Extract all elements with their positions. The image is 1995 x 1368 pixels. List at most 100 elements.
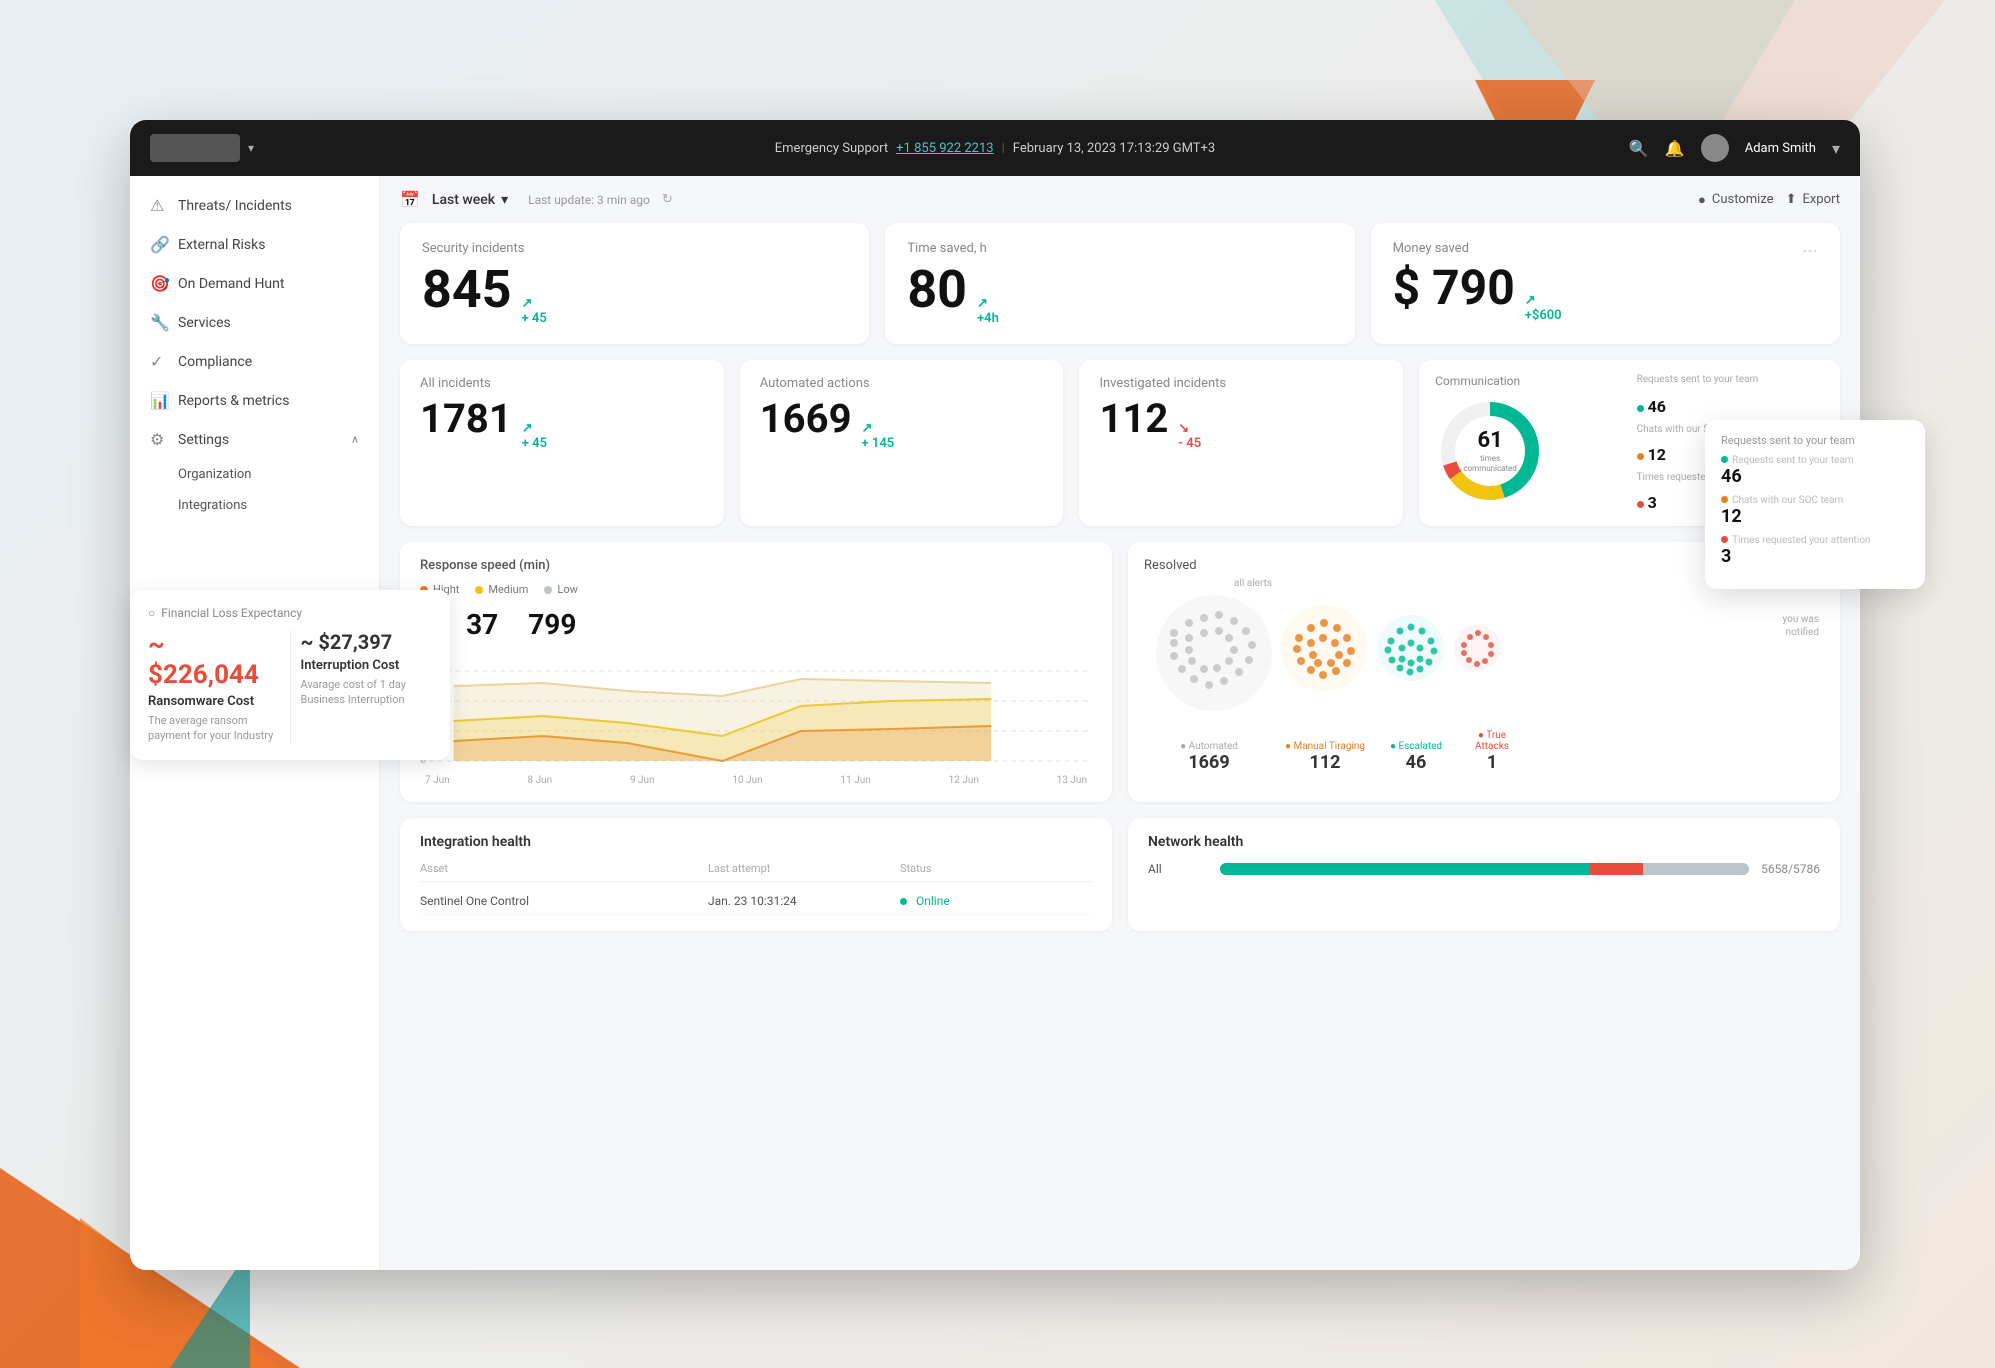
ransomware-label: Ransomware Cost	[148, 694, 280, 709]
date-filter-chevron-icon: ▾	[501, 192, 508, 208]
speed-medium-value: 37	[466, 608, 498, 641]
kpi-all-change: ↗ + 45	[522, 421, 547, 451]
financial-icon: ○	[148, 606, 155, 620]
sidebar-item-external[interactable]: 🔗 External Risks	[130, 225, 379, 264]
popup-attention-label: Times requested your attention	[1721, 535, 1909, 546]
search-icon[interactable]: 🔍	[1629, 139, 1649, 158]
bottom-row: Response speed (min) Hight Medium Low	[400, 542, 1840, 802]
avatar	[1701, 134, 1729, 162]
legend-low-label: Low	[557, 583, 577, 596]
export-label: Export	[1802, 192, 1840, 207]
kpi-time-arrow-icon: ↗	[977, 296, 988, 311]
sidebar-sub-organization[interactable]: Organization	[130, 459, 379, 490]
kpi-security-label: Security incidents	[422, 241, 847, 256]
sidebar-item-reports[interactable]: 📊 Reports & metrics	[130, 381, 379, 420]
kpi-security-value-row: 845 ↗ + 45	[422, 264, 847, 326]
popup-dot-orange	[1721, 496, 1728, 503]
emergency-phone[interactable]: +1 855 922 2213	[896, 141, 993, 156]
financial-panel-title: ○ Financial Loss Expectancy	[148, 606, 432, 620]
bubble-auto-label: ● Automated	[1144, 741, 1274, 752]
reports-icon: 📊	[150, 391, 168, 410]
kpi-money-saved: Money saved ⋯ $ 790 ↗ +$600	[1371, 223, 1840, 344]
comm-title: Communication	[1435, 374, 1622, 388]
sidebar-label-hunt: On Demand Hunt	[178, 276, 359, 292]
notifications-icon[interactable]: 🔔	[1665, 139, 1685, 158]
kpi-row-1: Security incidents 845 ↗ + 45 Time saved…	[400, 223, 1840, 344]
table-row: Sentinel One Control Jan. 23 10:31:24 On…	[420, 888, 1092, 915]
dash-header-actions: ● Customize ⬆ Export	[1698, 192, 1840, 208]
sidebar-item-services[interactable]: 🔧 Services	[130, 303, 379, 342]
bubble-labels-row: ● Automated 1669 ● Manual Tiraging 112 ●…	[1144, 730, 1824, 773]
line-chart-svg: 200 100 0	[420, 651, 1092, 771]
sidebar-item-compliance[interactable]: ✓ Compliance	[130, 342, 379, 381]
customize-button[interactable]: ● Customize	[1698, 192, 1774, 208]
logo-chevron-icon[interactable]: ▾	[248, 141, 254, 155]
network-health-card: Network health All 5658/5786	[1128, 818, 1840, 931]
comm-stat-requests: 46	[1637, 397, 1824, 416]
refresh-icon[interactable]: ↻	[662, 192, 673, 207]
user-menu-chevron-icon[interactable]: ▾	[1832, 139, 1840, 158]
row-status: Online	[900, 894, 1092, 908]
bubble-manual-value: 112	[1280, 752, 1370, 773]
response-speed-card: Response speed (min) Hight Medium Low	[400, 542, 1112, 802]
kpi-investigated-value-row: 112 ↘ - 45	[1099, 399, 1383, 451]
more-options-icon[interactable]: ⋯	[1802, 241, 1818, 260]
hunt-icon: 🎯	[150, 274, 168, 293]
top-bar-center: Emergency Support +1 855 922 2213 | Febr…	[775, 141, 1215, 156]
kpi-investigated-arrow-icon: ↘	[1178, 421, 1189, 436]
kpi-automated-change: ↗ + 145	[862, 421, 895, 451]
bubble-manual-info: ● Manual Tiraging 112	[1280, 741, 1370, 773]
dot-teal	[1637, 405, 1644, 412]
donut-center: 61 times communicated	[1463, 428, 1518, 474]
kpi-security-arrow-icon: ↗	[522, 296, 533, 311]
customize-icon: ●	[1698, 192, 1706, 208]
kpi-all-label: All incidents	[420, 376, 704, 391]
kpi-security-incidents: Security incidents 845 ↗ + 45	[400, 223, 869, 344]
threats-icon: ⚠	[150, 196, 168, 215]
kpi-all-value-row: 1781 ↗ + 45	[420, 399, 704, 451]
financial-interruption: ~ $27,397 Interruption Cost Avarage cost…	[301, 630, 433, 744]
sidebar-item-hunt[interactable]: 🎯 On Demand Hunt	[130, 264, 379, 303]
response-title: Response speed (min)	[420, 558, 1092, 573]
username-label: Adam Smith	[1745, 141, 1816, 156]
bubble-attacks-info: ● True Attacks 1	[1462, 730, 1522, 773]
legend-low-dot	[544, 586, 552, 594]
kpi-time-label: Time saved, h	[907, 241, 1332, 256]
external-icon: 🔗	[150, 235, 168, 254]
bubble-manual	[1279, 603, 1369, 697]
kpi-automated-value-row: 1669 ↗ + 145	[760, 399, 1044, 451]
app-logo[interactable]	[150, 134, 240, 162]
dot-orange	[1637, 453, 1644, 460]
sidebar-sub-integrations[interactable]: Integrations	[130, 490, 379, 521]
chart-label-6: 13 Jun	[1057, 775, 1087, 786]
kpi-automated-label: Automated actions	[760, 376, 1044, 391]
bubble-escalated-value: 46	[1376, 752, 1456, 773]
bubble-attacks-value: 1	[1462, 752, 1522, 773]
integration-title: Integration health	[420, 834, 1092, 850]
donut-subtitle: times communicated	[1463, 455, 1518, 474]
kpi-security-change: ↗ + 45	[522, 296, 547, 326]
bubble-attacks-svg	[1452, 623, 1502, 673]
kpi-automated-actions: Automated actions 1669 ↗ + 145	[740, 360, 1064, 526]
customize-label: Customize	[1712, 192, 1774, 207]
date-filter-button[interactable]: Last week ▾	[432, 192, 508, 208]
sidebar-item-settings[interactable]: ⚙ Settings ∧	[130, 420, 379, 459]
table-header: Asset Last attempt Status	[420, 862, 1092, 882]
sidebar-item-threats[interactable]: ⚠ Threats/ Incidents	[130, 186, 379, 225]
legend-medium-dot	[475, 586, 483, 594]
speed-values: 8 37 799	[420, 608, 1092, 641]
kpi-automated-change-value: + 145	[862, 436, 895, 451]
kpi-all-arrow-icon: ↗	[522, 421, 533, 436]
financial-divider	[290, 630, 291, 744]
datetime-label: February 13, 2023 17:13:29 GMT+3	[1013, 141, 1215, 156]
interruption-label: Interruption Cost	[301, 658, 433, 673]
ransomware-desc: The average ransom payment for your Indu…	[148, 713, 280, 744]
kpi-time-value-row: 80 ↗ +4h	[907, 264, 1332, 326]
legend-medium: Medium	[475, 583, 528, 596]
export-button[interactable]: ⬆ Export	[1786, 192, 1840, 207]
popup-chats-value: 12	[1721, 506, 1909, 527]
donut-container: 61 times communicated	[1435, 396, 1545, 506]
comm-chats-value: 12	[1648, 445, 1666, 464]
top-bar-right: 🔍 🔔 Adam Smith ▾	[1629, 134, 1840, 162]
kpi-money-label: Money saved	[1393, 241, 1469, 256]
